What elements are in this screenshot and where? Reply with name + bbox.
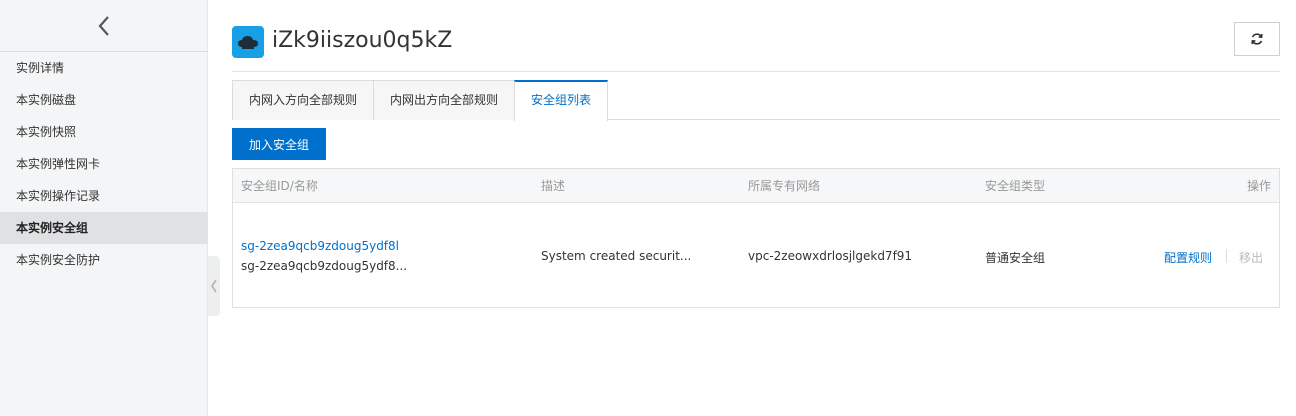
refresh-icon (1251, 33, 1263, 45)
sidebar-item-operation-log[interactable]: 本实例操作记录 (0, 180, 208, 212)
main-content: iZk9iiszou0q5kZ 内网入方向全部规则 内网出方向全部规则 安全组列… (232, 0, 1280, 416)
page-title: iZk9iiszou0q5kZ (272, 28, 453, 53)
tab-outbound-rules[interactable]: 内网出方向全部规则 (373, 80, 516, 120)
column-header-type: 安全组类型 (985, 179, 1046, 193)
sidebar-item-security-protection[interactable]: 本实例安全防护 (0, 244, 208, 276)
tab-bar: 内网入方向全部规则 内网出方向全部规则 安全组列表 (232, 80, 1280, 121)
tab-inbound-rules[interactable]: 内网入方向全部规则 (232, 80, 375, 120)
sidebar-item-eni[interactable]: 本实例弹性网卡 (0, 148, 208, 180)
sidebar: 实例详情 本实例磁盘 本实例快照 本实例弹性网卡 本实例操作记录 本实例安全组 … (0, 0, 208, 416)
remove-link[interactable]: 移出 (1239, 249, 1263, 266)
refresh-button[interactable] (1234, 22, 1280, 56)
cloud-icon (238, 36, 258, 49)
security-group-id-link[interactable]: sg-2zea9qcb9zdoug5ydf8l (241, 239, 399, 253)
security-group-table: 安全组ID/名称 描述 所属专有网络 安全组类型 操作 sg-2zea9qcb9… (232, 168, 1280, 308)
column-header-vpc: 所属专有网络 (748, 179, 821, 193)
join-security-group-button[interactable]: 加入安全组 (232, 128, 326, 160)
back-button[interactable] (0, 0, 208, 52)
sidebar-collapse-handle[interactable] (208, 256, 220, 316)
column-header-description: 描述 (541, 179, 566, 193)
sidebar-nav: 实例详情 本实例磁盘 本实例快照 本实例弹性网卡 本实例操作记录 本实例安全组 … (0, 52, 208, 276)
sidebar-item-security-groups[interactable]: 本实例安全组 (0, 212, 208, 244)
sidebar-item-instance-details[interactable]: 实例详情 (0, 52, 208, 84)
table-row: sg-2zea9qcb9zdoug5ydf8l sg-2zea9qcb9zdou… (233, 203, 1279, 307)
chevron-left-icon (98, 15, 109, 36)
sidebar-item-disks[interactable]: 本实例磁盘 (0, 84, 208, 116)
instance-icon (232, 26, 264, 58)
security-group-description: System created securit... (541, 249, 692, 263)
security-group-vpc: vpc-2zeowxdrlosjlgekd7f91 (748, 249, 913, 263)
column-header-actions: 操作 (1246, 179, 1271, 193)
security-group-type: 普通安全组 (985, 251, 1046, 265)
chevron-left-icon (211, 279, 217, 293)
table-header: 安全组ID/名称 描述 所属专有网络 安全组类型 操作 (233, 169, 1279, 203)
configure-rules-link[interactable]: 配置规则 (1164, 249, 1212, 266)
security-group-name: sg-2zea9qcb9zdoug5ydf8... (241, 259, 408, 273)
column-header-id-name: 安全组ID/名称 (241, 179, 318, 193)
tab-security-group-list[interactable]: 安全组列表 (514, 80, 609, 121)
action-divider (1226, 249, 1227, 263)
page-header: iZk9iiszou0q5kZ (232, 20, 1280, 72)
sidebar-item-snapshots[interactable]: 本实例快照 (0, 116, 208, 148)
